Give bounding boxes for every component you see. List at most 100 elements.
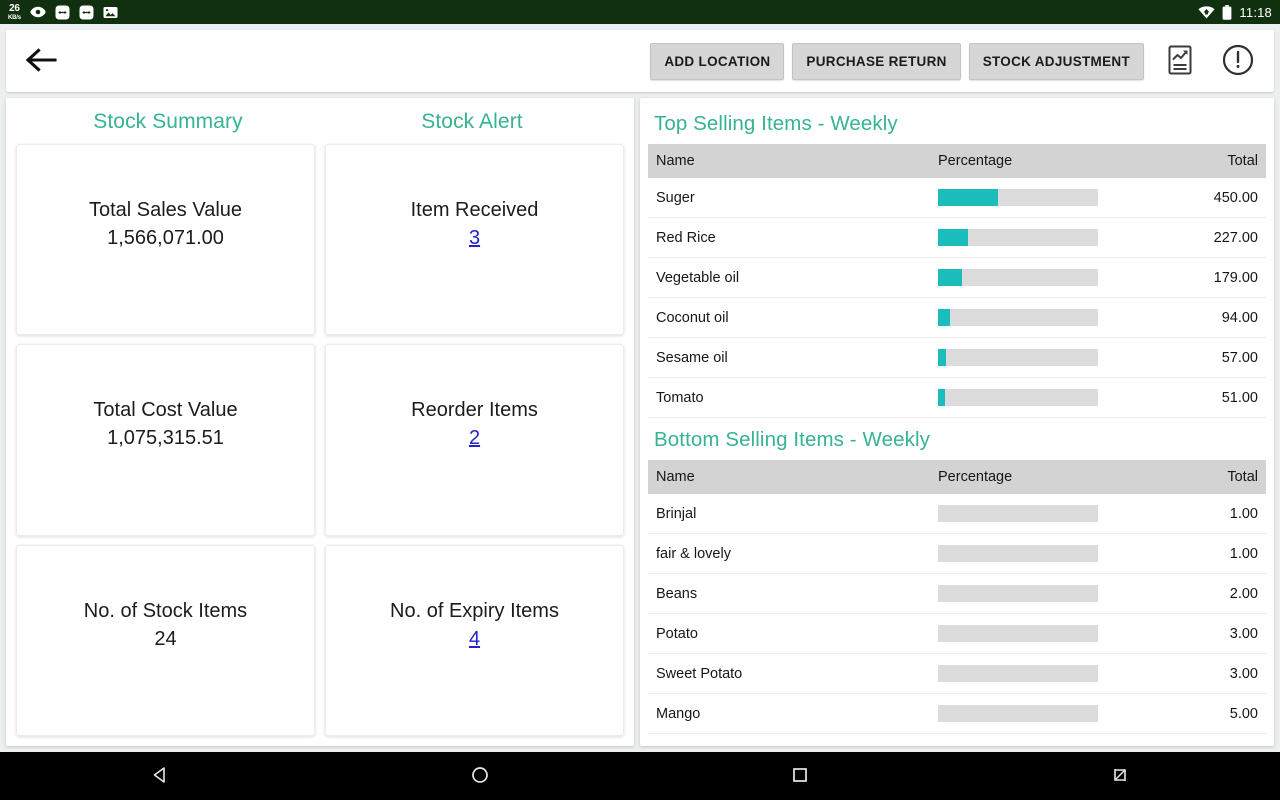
percentage-cell (930, 494, 1178, 534)
table-row[interactable]: Coconut oil94.00 (648, 298, 1266, 338)
table-row[interactable]: Suger450.00 (648, 178, 1266, 218)
top-selling-table-body: Suger450.00Red Rice227.00Vegetable oil 17… (648, 178, 1266, 418)
percentage-bar-fill (938, 309, 950, 326)
percentage-cell (930, 298, 1178, 338)
stat-card-value: 1,566,071.00 (107, 227, 224, 250)
stat-card-label: Item Received (411, 199, 539, 222)
report-button[interactable] (1158, 38, 1202, 84)
item-name-cell: Mango (648, 694, 930, 734)
table-row[interactable]: Sesame oil 57.00 (648, 338, 1266, 378)
stat-card: Reorder Items 2 (325, 344, 624, 535)
item-name-cell: Coconut oil (648, 298, 930, 338)
percentage-cell (930, 178, 1178, 218)
table-row[interactable]: Potato 3.00 (648, 614, 1266, 654)
percentage-bar-track (938, 665, 1098, 682)
stat-card: No. of Expiry Items4 (325, 545, 624, 736)
stat-card-label: Reorder Items (411, 399, 538, 422)
stat-card-value-link[interactable]: 4 (469, 628, 480, 651)
data-transfer-icon (55, 5, 70, 20)
eye-icon (30, 6, 46, 18)
item-name-cell: Brinjal (648, 494, 930, 534)
top-selling-title: Top Selling Items - Weekly (648, 108, 1266, 144)
stat-card: Item Received 3 (325, 144, 624, 335)
column-header-name: Name (648, 144, 930, 178)
alert-button[interactable] (1216, 38, 1260, 84)
total-cell: 179.00 (1178, 258, 1266, 298)
percentage-bar-track (938, 189, 1098, 206)
nav-home-button[interactable] (320, 752, 640, 800)
item-name-cell: fair & lovely (648, 534, 930, 574)
nav-screenshot-button[interactable] (960, 752, 1280, 800)
stat-card-value: 1,075,315.51 (107, 427, 224, 450)
percentage-bar-track (938, 625, 1098, 642)
stock-summary-title: Stock Summary (16, 110, 320, 134)
dashboard-body: Stock Summary Stock Alert Total Sales Va… (0, 92, 1280, 752)
percentage-cell (930, 694, 1178, 734)
stock-adjustment-button[interactable]: STOCK ADJUSTMENT (969, 43, 1144, 80)
total-cell: 3.00 (1178, 614, 1266, 654)
nav-back-button[interactable] (0, 752, 320, 800)
percentage-bar-fill (938, 189, 998, 206)
stat-card-value: 24 (154, 628, 176, 651)
table-row[interactable]: fair & lovely1.00 (648, 534, 1266, 574)
back-button[interactable] (16, 35, 68, 87)
bottom-selling-title: Bottom Selling Items - Weekly (648, 418, 1266, 460)
table-row[interactable]: Sweet Potato 3.00 (648, 654, 1266, 694)
table-row[interactable]: Brinjal 1.00 (648, 494, 1266, 534)
total-cell: 1.00 (1178, 494, 1266, 534)
toolbar-actions: ADD LOCATION PURCHASE RETURN STOCK ADJUS… (650, 38, 1260, 84)
android-navigation-bar (0, 752, 1280, 800)
percentage-bar-fill (938, 349, 946, 366)
percentage-bar-fill (938, 389, 945, 406)
panel-column-titles: Stock Summary Stock Alert (16, 110, 624, 134)
stat-card-label: Total Cost Value (93, 399, 237, 422)
table-row[interactable]: Red Rice227.00 (648, 218, 1266, 258)
total-cell: 227.00 (1178, 218, 1266, 258)
stat-card-value-link[interactable]: 3 (469, 227, 480, 250)
item-name-cell: Vegetable oil (648, 258, 930, 298)
percentage-bar-fill (938, 269, 962, 286)
percentage-cell (930, 218, 1178, 258)
percentage-bar-track (938, 505, 1098, 522)
total-cell: 57.00 (1178, 338, 1266, 378)
top-selling-table-head: Name Percentage Total (648, 144, 1266, 178)
percentage-cell (930, 534, 1178, 574)
total-cell: 2.00 (1178, 574, 1266, 614)
android-status-bar: 26 KB/s 11:18 (0, 0, 1280, 24)
total-cell: 5.00 (1178, 694, 1266, 734)
percentage-bar-track (938, 545, 1098, 562)
bottom-selling-table-body: Brinjal 1.00fair & lovely1.00Beans2.00Pot… (648, 494, 1266, 734)
stock-alert-title: Stock Alert (320, 110, 624, 134)
percentage-cell (930, 258, 1178, 298)
add-location-button[interactable]: ADD LOCATION (650, 43, 784, 80)
report-chart-icon (1165, 44, 1195, 79)
total-cell: 3.00 (1178, 654, 1266, 694)
app-window: ADD LOCATION PURCHASE RETURN STOCK ADJUS… (0, 24, 1280, 752)
stat-card-value-link[interactable]: 2 (469, 427, 480, 450)
stat-card: Total Cost Value 1,075,315.51 (16, 344, 315, 535)
bottom-selling-table: Name Percentage Total Brinjal1.00fair & … (648, 460, 1266, 734)
item-name-cell: Sweet Potato (648, 654, 930, 694)
table-row[interactable]: Mango 5.00 (648, 694, 1266, 734)
total-cell: 450.00 (1178, 178, 1266, 218)
table-row[interactable]: Beans2.00 (648, 574, 1266, 614)
item-name-cell: Tomato (648, 378, 930, 418)
percentage-bar-fill (938, 229, 968, 246)
percentage-cell (930, 338, 1178, 378)
table-row[interactable]: Tomato 51.00 (648, 378, 1266, 418)
selling-items-panel: Top Selling Items - Weekly Name Percenta… (640, 98, 1274, 746)
item-name-cell: Sesame oil (648, 338, 930, 378)
percentage-bar-track (938, 309, 1098, 326)
network-speed-value: 26 (9, 4, 20, 14)
purchase-return-button[interactable]: PURCHASE RETURN (792, 43, 960, 80)
home-circle-icon (470, 765, 490, 788)
item-name-cell: Potato (648, 614, 930, 654)
app-toolbar: ADD LOCATION PURCHASE RETURN STOCK ADJUS… (6, 30, 1274, 92)
status-bar-right-group: 11:18 (1198, 5, 1272, 20)
stock-overview-panel: Stock Summary Stock Alert Total Sales Va… (6, 98, 634, 746)
table-row[interactable]: Vegetable oil 179.00 (648, 258, 1266, 298)
battery-icon (1222, 5, 1232, 20)
back-triangle-icon (150, 765, 170, 788)
nav-recents-button[interactable] (640, 752, 960, 800)
total-cell: 51.00 (1178, 378, 1266, 418)
